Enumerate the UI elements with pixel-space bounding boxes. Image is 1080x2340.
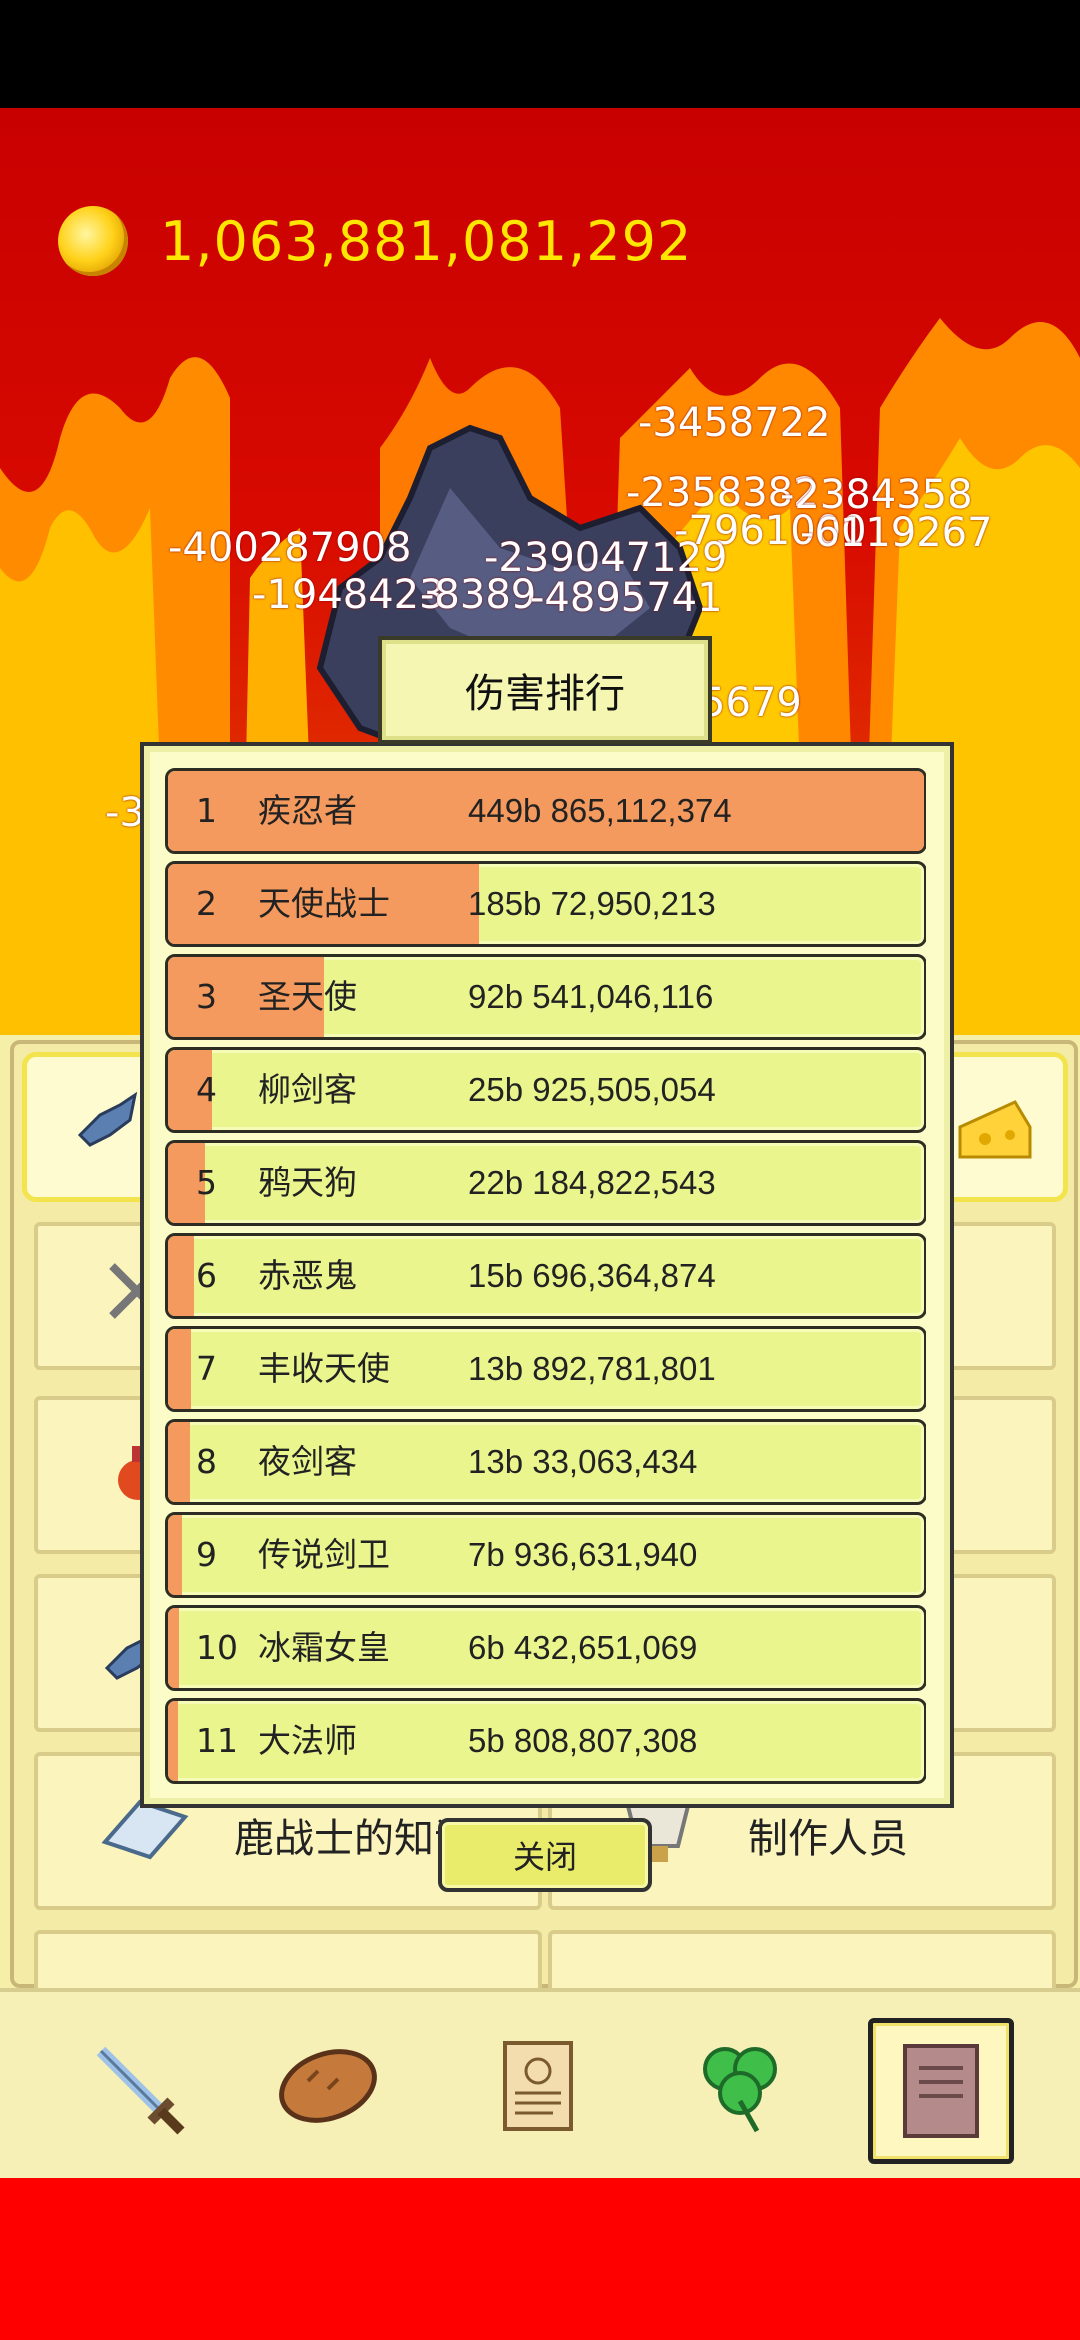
ranking-row[interactable]: 9 传说剑卫 7b 936,631,940 xyxy=(165,1512,926,1598)
credits-label: 制作人员 xyxy=(748,1816,908,1862)
ranking-row[interactable]: 8 夜剑客 13b 33,063,434 xyxy=(165,1419,926,1505)
damage-number: -1948423 xyxy=(252,572,445,618)
damage-number: -3 xyxy=(105,790,145,836)
rank-number: 3 xyxy=(196,977,217,1016)
rank-number: 4 xyxy=(196,1070,217,1109)
hero-name: 冰霜女皇 xyxy=(258,1628,390,1667)
damage-share-bar xyxy=(168,1701,178,1781)
ranking-row[interactable]: 1 疾忍者 449b 865,112,374 xyxy=(165,768,926,854)
clover-icon xyxy=(703,2047,777,2133)
nav-tab-bread[interactable] xyxy=(260,2018,396,2154)
damage-value: 7b 936,631,940 xyxy=(468,1536,698,1573)
nav-tab-book[interactable] xyxy=(868,2018,1014,2164)
damage-value: 13b 892,781,801 xyxy=(468,1350,716,1387)
ranking-row[interactable]: 5 鸦天狗 22b 184,822,543 xyxy=(165,1140,926,1226)
ranking-row[interactable]: 7 丰收天使 13b 892,781,801 xyxy=(165,1326,926,1412)
ranking-list[interactable]: 1 疾忍者 449b 865,112,374 2 天使战士 185b 72,950,213… xyxy=(160,768,926,1788)
ranking-row[interactable]: 6 赤恶鬼 15b 696,364,874 xyxy=(165,1233,926,1319)
rank-number: 11 xyxy=(196,1721,238,1760)
rank-number: 9 xyxy=(196,1535,217,1574)
book-icon xyxy=(903,2044,979,2138)
damage-number: -8389 xyxy=(420,572,537,618)
damage-value: 5b 808,807,308 xyxy=(468,1722,698,1759)
hero-name: 赤恶鬼 xyxy=(258,1256,357,1295)
hero-name: 疾忍者 xyxy=(258,791,357,830)
nav-tab-clover[interactable] xyxy=(672,2018,808,2154)
nav-tab-scroll[interactable] xyxy=(470,2018,606,2154)
damage-number: -400287908 xyxy=(168,525,412,571)
ranking-row[interactable]: 11 大法师 5b 808,807,308 xyxy=(165,1698,926,1784)
ranking-row[interactable]: 4 柳剑客 25b 925,505,054 xyxy=(165,1047,926,1133)
status-bar xyxy=(0,0,1080,108)
scroll-icon xyxy=(503,2041,573,2131)
dialog-title-box: 伤害排行 xyxy=(378,636,712,744)
rank-number: 10 xyxy=(196,1628,238,1667)
rank-number: 6 xyxy=(196,1256,217,1295)
rank-number: 7 xyxy=(196,1349,217,1388)
hero-name: 天使战士 xyxy=(258,884,390,923)
ranking-row[interactable]: 10 冰霜女皇 6b 432,651,069 xyxy=(165,1605,926,1691)
hero-name: 传说剑卫 xyxy=(258,1535,390,1574)
cheese-icon xyxy=(958,1100,1032,1159)
hero-name: 柳剑客 xyxy=(258,1070,357,1109)
currency-display: 1,063,881,081,292 xyxy=(58,205,692,277)
damage-share-bar xyxy=(168,1608,179,1688)
hero-name: 夜剑客 xyxy=(258,1442,357,1481)
damage-share-bar xyxy=(168,1329,192,1409)
bottom-nav xyxy=(0,1988,1080,2182)
hero-name: 丰收天使 xyxy=(258,1349,390,1388)
damage-number: 5679 xyxy=(700,680,802,726)
ranking-row[interactable]: 2 天使战士 185b 72,950,213 xyxy=(165,861,926,947)
rank-number: 8 xyxy=(196,1442,217,1481)
damage-value: 6b 432,651,069 xyxy=(468,1629,698,1666)
nav-tab-sword[interactable] xyxy=(68,2018,204,2154)
damage-number: -6119267 xyxy=(800,510,993,556)
bread-icon xyxy=(279,2049,377,2123)
damage-value: 25b 925,505,054 xyxy=(468,1071,716,1108)
damage-value: 22b 184,822,543 xyxy=(468,1164,716,1201)
damage-value: 13b 33,063,434 xyxy=(468,1443,698,1480)
damage-share-bar xyxy=(168,1515,182,1595)
close-button[interactable]: 关闭 xyxy=(438,1818,652,1892)
damage-value: 15b 696,364,874 xyxy=(468,1257,716,1294)
damage-value: 92b 541,046,116 xyxy=(468,978,714,1015)
sword-icon xyxy=(96,2046,185,2135)
damage-share-bar xyxy=(168,1236,195,1316)
damage-number: -4895741 xyxy=(530,575,723,621)
hero-name: 鸦天狗 xyxy=(258,1163,357,1202)
hero-name: 大法师 xyxy=(258,1721,357,1760)
ranking-row[interactable]: 3 圣天使 92b 541,046,116 xyxy=(165,954,926,1040)
gold-coin-icon xyxy=(58,206,128,276)
bottom-backdrop xyxy=(0,2178,1080,2340)
currency-value: 1,063,881,081,292 xyxy=(160,209,693,273)
damage-value: 449b 865,112,374 xyxy=(468,792,732,829)
hero-name: 圣天使 xyxy=(258,977,357,1016)
rank-number: 2 xyxy=(196,884,217,923)
damage-value: 185b 72,950,213 xyxy=(468,885,716,922)
rank-number: 1 xyxy=(196,791,217,830)
damage-number: -3458722 xyxy=(638,400,831,446)
rank-number: 5 xyxy=(196,1163,217,1202)
dialog-title: 伤害排行 xyxy=(465,671,625,717)
damage-share-bar xyxy=(168,1422,190,1502)
fish-icon xyxy=(77,1091,138,1147)
